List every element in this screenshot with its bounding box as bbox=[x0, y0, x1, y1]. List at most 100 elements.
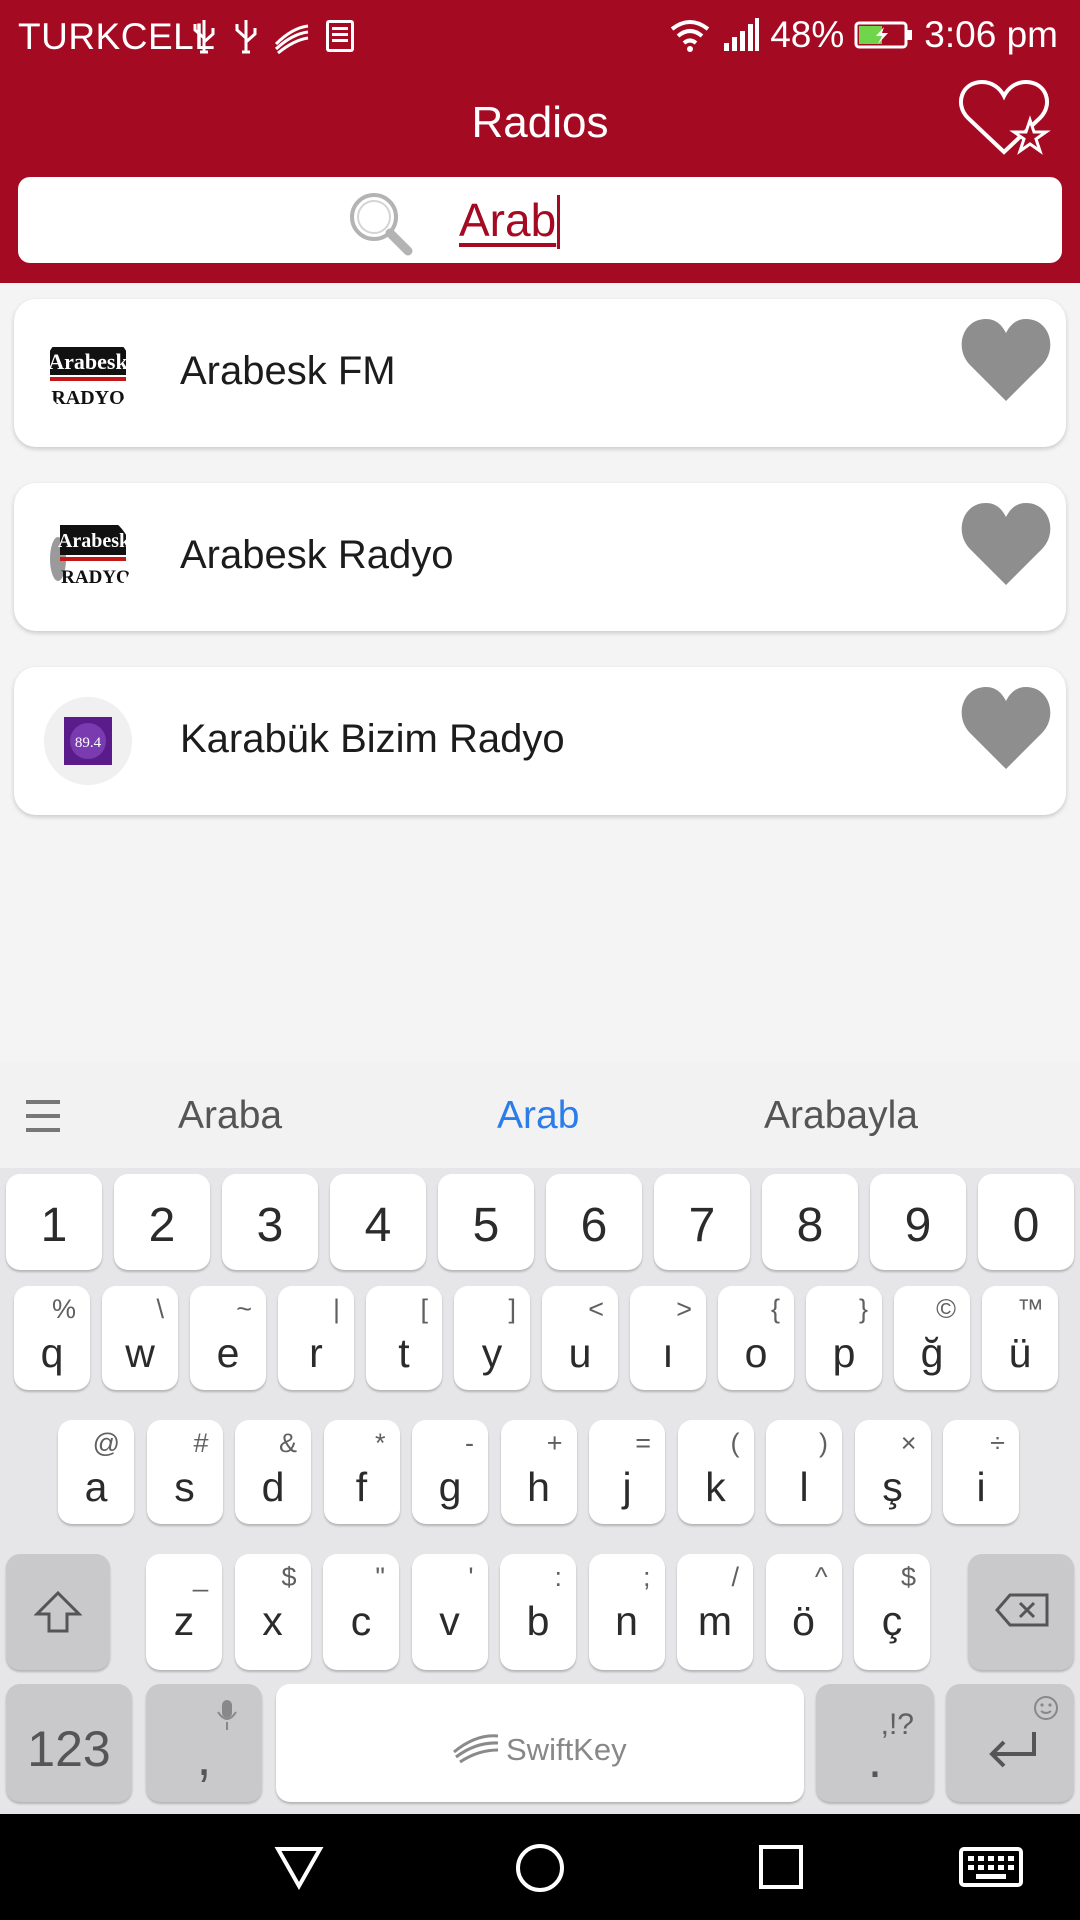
key-n[interactable]: ; n bbox=[588, 1554, 665, 1670]
key-secondary-label: < bbox=[588, 1294, 604, 1324]
key-w[interactable]: \ w bbox=[102, 1286, 178, 1390]
search-input[interactable]: Arab bbox=[18, 177, 1062, 263]
key-x[interactable]: $ x bbox=[234, 1554, 311, 1670]
key-label: p bbox=[832, 1330, 856, 1376]
key-q[interactable]: % q bbox=[14, 1286, 90, 1390]
key-s[interactable]: # s bbox=[146, 1420, 223, 1524]
key-secondary-label: × bbox=[900, 1428, 917, 1458]
key-ı[interactable]: > ı bbox=[630, 1286, 706, 1390]
key-h[interactable]: + h bbox=[500, 1420, 577, 1524]
key-e[interactable]: ~ e bbox=[190, 1286, 266, 1390]
station-card[interactable]: 89.4 Karabük Bizim Radyo bbox=[14, 667, 1066, 815]
key-a[interactable]: @ a bbox=[58, 1420, 134, 1524]
key-ğ[interactable]: © ğ bbox=[894, 1286, 970, 1390]
key-0[interactable]: 0 bbox=[978, 1174, 1074, 1270]
station-logo: Arabesk RADYO bbox=[44, 329, 132, 417]
key-label: c bbox=[350, 1598, 372, 1644]
station-card[interactable]: Arabesk RADYO Arabesk FM bbox=[14, 299, 1066, 447]
home-circle-icon[interactable] bbox=[514, 1842, 566, 1894]
key-secondary-label: $ bbox=[900, 1562, 916, 1592]
key-r[interactable]: | r bbox=[278, 1286, 354, 1390]
key-8[interactable]: 8 bbox=[762, 1174, 858, 1270]
status-bar: TURKCELL 48% 3:06 pm bbox=[0, 0, 1080, 74]
key-c[interactable]: " c bbox=[323, 1554, 399, 1670]
key-ö[interactable]: ^ ö bbox=[765, 1554, 842, 1670]
key-4[interactable]: 4 bbox=[330, 1174, 426, 1270]
key-9[interactable]: 9 bbox=[870, 1174, 966, 1270]
key-u[interactable]: < u bbox=[542, 1286, 618, 1390]
key-t[interactable]: [t bbox=[366, 1286, 442, 1390]
key-label: 6 bbox=[580, 1199, 608, 1252]
key-z[interactable]: _ z bbox=[146, 1554, 222, 1670]
station-list: Arabesk RADYO Arabesk FM Arabesk RADYO A… bbox=[14, 299, 1066, 851]
key-ç[interactable]: $ ç bbox=[854, 1554, 930, 1670]
key-label: y bbox=[481, 1330, 503, 1376]
key-3[interactable]: 3 bbox=[222, 1174, 318, 1270]
svg-text:Arabesk: Arabesk bbox=[48, 349, 128, 374]
key-label: h bbox=[527, 1464, 550, 1510]
key-j[interactable]: = j bbox=[589, 1420, 665, 1524]
search-query[interactable]: Arab bbox=[459, 193, 556, 247]
key-k[interactable]: (k bbox=[677, 1420, 754, 1524]
favorite-heart-icon[interactable] bbox=[960, 497, 1052, 589]
key-label: ü bbox=[1008, 1330, 1032, 1376]
key-secondary-label: @ bbox=[92, 1428, 120, 1458]
search-icon bbox=[350, 193, 413, 256]
key-label: ğ bbox=[920, 1330, 944, 1376]
hamburger-menu-icon[interactable] bbox=[24, 1096, 64, 1136]
key-secondary-label: - bbox=[465, 1428, 474, 1458]
key-label: 3 bbox=[256, 1199, 284, 1252]
key-f[interactable]: * f bbox=[323, 1420, 400, 1524]
suggestion-item[interactable]: Araba bbox=[178, 1094, 282, 1138]
key-i[interactable]: ÷ i bbox=[943, 1420, 1019, 1524]
key-ü[interactable]: ™ ü bbox=[982, 1286, 1058, 1390]
comma-key[interactable]: , bbox=[146, 1684, 262, 1802]
key-p[interactable]: } p bbox=[806, 1286, 882, 1390]
key-b[interactable]: :b bbox=[500, 1554, 576, 1670]
key-6[interactable]: 6 bbox=[546, 1174, 642, 1270]
key-2[interactable]: 2 bbox=[114, 1174, 210, 1270]
usb-icon bbox=[193, 20, 215, 54]
key-o[interactable]: {o bbox=[718, 1286, 794, 1390]
key-y[interactable]: ] y bbox=[454, 1286, 530, 1390]
battery-charging-icon bbox=[854, 21, 913, 49]
key-ş[interactable]: × ş bbox=[854, 1420, 931, 1524]
suggestion-item-active[interactable]: Arab bbox=[497, 1094, 579, 1138]
key-label: n bbox=[615, 1598, 638, 1644]
key-5[interactable]: 5 bbox=[438, 1174, 534, 1270]
favorite-heart-icon[interactable] bbox=[960, 681, 1052, 773]
favorites-heart-star-icon[interactable] bbox=[958, 78, 1052, 158]
key-label: 7 bbox=[688, 1199, 716, 1252]
key-label: 5 bbox=[472, 1199, 500, 1252]
key-secondary-label: # bbox=[193, 1428, 209, 1458]
suggestion-item[interactable]: Arabayla bbox=[764, 1094, 918, 1138]
key-m[interactable]: / m bbox=[677, 1554, 753, 1670]
key-7[interactable]: 7 bbox=[654, 1174, 750, 1270]
key-secondary-label: _ bbox=[192, 1562, 208, 1592]
key-secondary-label: { bbox=[770, 1294, 780, 1324]
key-label: 1 bbox=[40, 1199, 68, 1252]
period-key[interactable]: ,!? . bbox=[816, 1684, 934, 1802]
recents-square-icon[interactable] bbox=[758, 1844, 804, 1890]
key-1[interactable]: 1 bbox=[6, 1174, 102, 1270]
backspace-key[interactable] bbox=[968, 1554, 1074, 1670]
key-label: u bbox=[568, 1330, 592, 1376]
keyboard-icon[interactable] bbox=[958, 1846, 1024, 1888]
shift-key[interactable] bbox=[6, 1554, 110, 1670]
back-triangle-icon[interactable] bbox=[274, 1844, 324, 1890]
key-l[interactable]: ) l bbox=[766, 1420, 842, 1524]
station-card[interactable]: Arabesk RADYO Arabesk Radyo bbox=[14, 483, 1066, 631]
key-label: z bbox=[173, 1598, 195, 1644]
enter-key[interactable] bbox=[946, 1684, 1074, 1802]
key-d[interactable]: & d bbox=[235, 1420, 311, 1524]
numbers-switch-key[interactable]: 123 bbox=[6, 1684, 132, 1802]
notification-icons bbox=[190, 18, 356, 56]
key-secondary-label: | bbox=[332, 1294, 340, 1324]
key-secondary-label: ~ bbox=[236, 1294, 252, 1324]
space-key[interactable]: SwiftKey bbox=[276, 1684, 804, 1802]
key-v[interactable]: ' v bbox=[411, 1554, 488, 1670]
key-g[interactable]: -g bbox=[412, 1420, 488, 1524]
carrier-name: TURKCELL bbox=[18, 16, 216, 57]
favorite-heart-icon[interactable] bbox=[960, 313, 1052, 405]
key-secondary-label: * bbox=[374, 1428, 386, 1458]
